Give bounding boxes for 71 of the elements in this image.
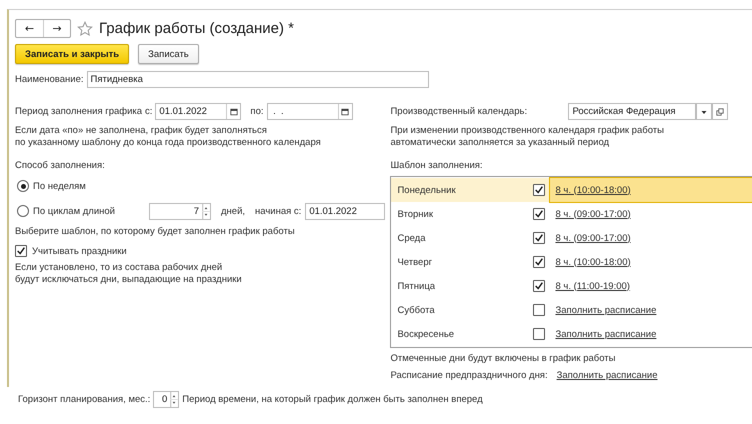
- horizon-label: Горизонт планирования, мес.:: [18, 394, 150, 405]
- checkbox[interactable]: [533, 328, 546, 340]
- schedule-link[interactable]: 8 ч. (11:00-19:00): [555, 280, 630, 292]
- back-button[interactable]: ←: [16, 20, 43, 37]
- schedule-link[interactable]: 8 ч. (09:00-17:00): [555, 208, 631, 220]
- calendar-note: При изменении производственного календаря график работы автоматически заполняется за указанный период: [390, 125, 665, 149]
- checkbox[interactable]: [533, 280, 546, 292]
- calendar-icon[interactable]: [230, 108, 238, 116]
- date-to-field[interactable]: . .: [266, 103, 352, 120]
- start-label: начиная с:: [255, 206, 302, 216]
- open-button[interactable]: [712, 103, 728, 120]
- day-name: Суббота: [396, 304, 436, 318]
- fill-method-label: Способ заполнения:: [15, 160, 106, 171]
- horizon-note: Период времени, на который график должен быть заполнен вперед: [182, 394, 483, 405]
- day-name: Пятница: [396, 280, 436, 294]
- date-from-field[interactable]: 01.01.2022: [155, 103, 242, 120]
- star-icon[interactable]: [77, 20, 93, 36]
- calendar-field[interactable]: Российская Федерация: [568, 103, 696, 120]
- schedule-link[interactable]: Заполнить расписание: [556, 370, 658, 381]
- checkbox[interactable]: [533, 304, 546, 316]
- checkbox[interactable]: [15, 245, 27, 257]
- marked-note: Отмеченные дни будут включены в график работы: [390, 353, 616, 365]
- start-date-field[interactable]: 01.01.2022: [305, 202, 386, 220]
- template-label: Шаблон заполнения:: [390, 160, 484, 171]
- schedule-link[interactable]: Заполнить расписание: [555, 328, 656, 340]
- schedule-link[interactable]: 8 ч. (09:00-17:00): [555, 232, 631, 244]
- cycle-length-field[interactable]: 7: [149, 202, 211, 220]
- checkbox[interactable]: [533, 208, 546, 220]
- dropdown-button[interactable]: [696, 103, 712, 120]
- days-label: дней,: [221, 206, 246, 216]
- open-icon: [716, 108, 724, 116]
- day-name: Вторник: [396, 208, 434, 222]
- checkbox-label[interactable]: Учитывать праздники: [32, 246, 127, 256]
- horizon-field[interactable]: 0: [153, 391, 180, 408]
- radio-button[interactable]: [17, 180, 29, 192]
- table-row[interactable]: Воскресенье Заполнить расписание: [391, 322, 752, 346]
- save-button[interactable]: Записать: [138, 44, 199, 64]
- table-row[interactable]: Среда 8 ч. (09:00-17:00): [391, 226, 752, 250]
- period-label: Период заполнения графика: [15, 106, 142, 117]
- period-note: Если дата «по» не заполнена, график будет заполняться по указанному шаблону до конца года производственного календаря: [15, 125, 322, 149]
- holidays-note: Если установлено, то из состава рабочих дней будут исключаться дни, выпадающие на праздники: [15, 262, 243, 286]
- calendar-label: Производственный календарь:: [390, 106, 528, 117]
- name-label: Наименование:: [15, 74, 84, 85]
- schedule-link[interactable]: 8 ч. (10:00-18:00): [555, 256, 631, 268]
- checkbox[interactable]: [533, 232, 546, 244]
- table-row[interactable]: Вторник 8 ч. (09:00-17:00): [391, 202, 752, 226]
- spinner-icon[interactable]: [170, 392, 178, 407]
- name-field[interactable]: Пятидневка: [86, 71, 428, 88]
- day-name: Воскресенье: [396, 328, 456, 342]
- save-and-close-button[interactable]: Записать и закрыть: [15, 44, 130, 64]
- from-label: с:: [145, 106, 152, 117]
- table-row[interactable]: Четверг 8 ч. (10:00-18:00): [391, 250, 752, 274]
- schedule-link[interactable]: Заполнить расписание: [555, 304, 656, 316]
- template-hint: Выберите шаблон, по которому будет заполнен график работы: [15, 226, 296, 238]
- day-name: Понедельник: [391, 178, 530, 202]
- radio-label[interactable]: По неделям: [33, 180, 145, 192]
- day-name: Четверг: [396, 256, 434, 270]
- table-row[interactable]: Суббота Заполнить расписание: [391, 298, 752, 322]
- preholiday-label: Расписание предпраздничного дня:: [390, 370, 548, 381]
- window-title: График работы (создание) *: [99, 20, 294, 37]
- checkbox[interactable]: [533, 256, 546, 268]
- day-name: Среда: [396, 232, 426, 246]
- forward-button[interactable]: →: [43, 20, 70, 37]
- checkbox[interactable]: [533, 184, 546, 196]
- spinner-icon[interactable]: [202, 204, 210, 218]
- schedule-link[interactable]: 8 ч. (10:00-18:00): [555, 184, 631, 196]
- radio-label[interactable]: По циклам длиной: [33, 206, 145, 216]
- calendar-icon[interactable]: [341, 108, 349, 116]
- radio-button[interactable]: [17, 205, 29, 217]
- table-row[interactable]: Пятница 8 ч. (11:00-19:00): [391, 274, 752, 298]
- to-label: по:: [250, 106, 264, 117]
